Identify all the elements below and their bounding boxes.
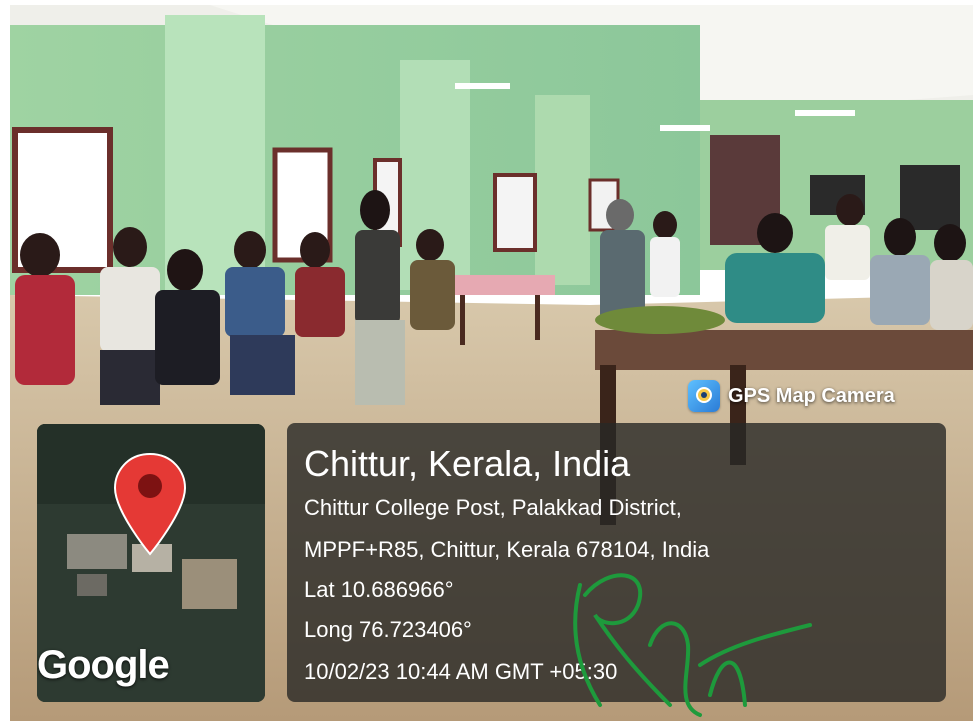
person: [650, 237, 680, 297]
person: [825, 225, 870, 280]
latitude: Lat 10.686966°: [304, 577, 454, 602]
map-building: [77, 574, 107, 596]
person: [870, 255, 930, 325]
plant-bundle: [595, 306, 725, 334]
person: [295, 267, 345, 337]
person: [15, 275, 75, 385]
map-building: [182, 559, 237, 609]
person: [606, 199, 634, 231]
person: [167, 249, 203, 291]
person: [225, 267, 285, 337]
timestamp: 10/02/23 10:44 AM GMT +05:30: [304, 659, 618, 684]
map-building: [67, 534, 127, 569]
window: [493, 173, 537, 252]
tube-light: [660, 125, 710, 131]
person: [100, 267, 160, 352]
wooden-table: [595, 330, 973, 370]
person: [884, 218, 916, 256]
person: [653, 211, 677, 239]
longitude: Long 76.723406°: [304, 617, 472, 642]
person: [113, 227, 147, 267]
person: [234, 231, 266, 269]
window: [900, 165, 960, 230]
map-thumbnail: Google: [37, 424, 265, 702]
person: [416, 229, 444, 261]
address-line-1: Chittur College Post, Palakkad District,: [304, 495, 682, 520]
google-logo: Google: [37, 643, 170, 687]
person: [360, 190, 390, 230]
person: [355, 320, 405, 405]
person: [100, 350, 160, 405]
badge-label: GPS Map Camera: [728, 384, 895, 407]
location-info-panel: Chittur, Kerala, India Chittur College P…: [287, 423, 946, 702]
person: [836, 194, 864, 226]
person: [355, 230, 400, 325]
gps-map-camera-icon: [688, 380, 720, 412]
person: [725, 253, 825, 323]
person: [230, 335, 295, 395]
person: [934, 224, 966, 262]
city-title: Chittur, Kerala, India: [304, 443, 631, 484]
table-leg: [460, 295, 465, 345]
address-line-2: MPPF+R85, Chittur, Kerala 678104, India: [304, 537, 710, 562]
table-leg: [535, 295, 540, 340]
person: [757, 213, 793, 253]
tube-light: [795, 110, 855, 116]
person: [155, 290, 220, 385]
pillar: [535, 95, 590, 285]
person: [930, 260, 973, 330]
photo-frame: GPS Map Camera Google Chittur, Kerala, I…: [10, 5, 973, 721]
person: [20, 233, 60, 277]
tube-light: [455, 83, 510, 89]
person: [410, 260, 455, 330]
person: [300, 232, 330, 268]
gps-map-camera-badge: GPS Map Camera: [688, 380, 895, 412]
